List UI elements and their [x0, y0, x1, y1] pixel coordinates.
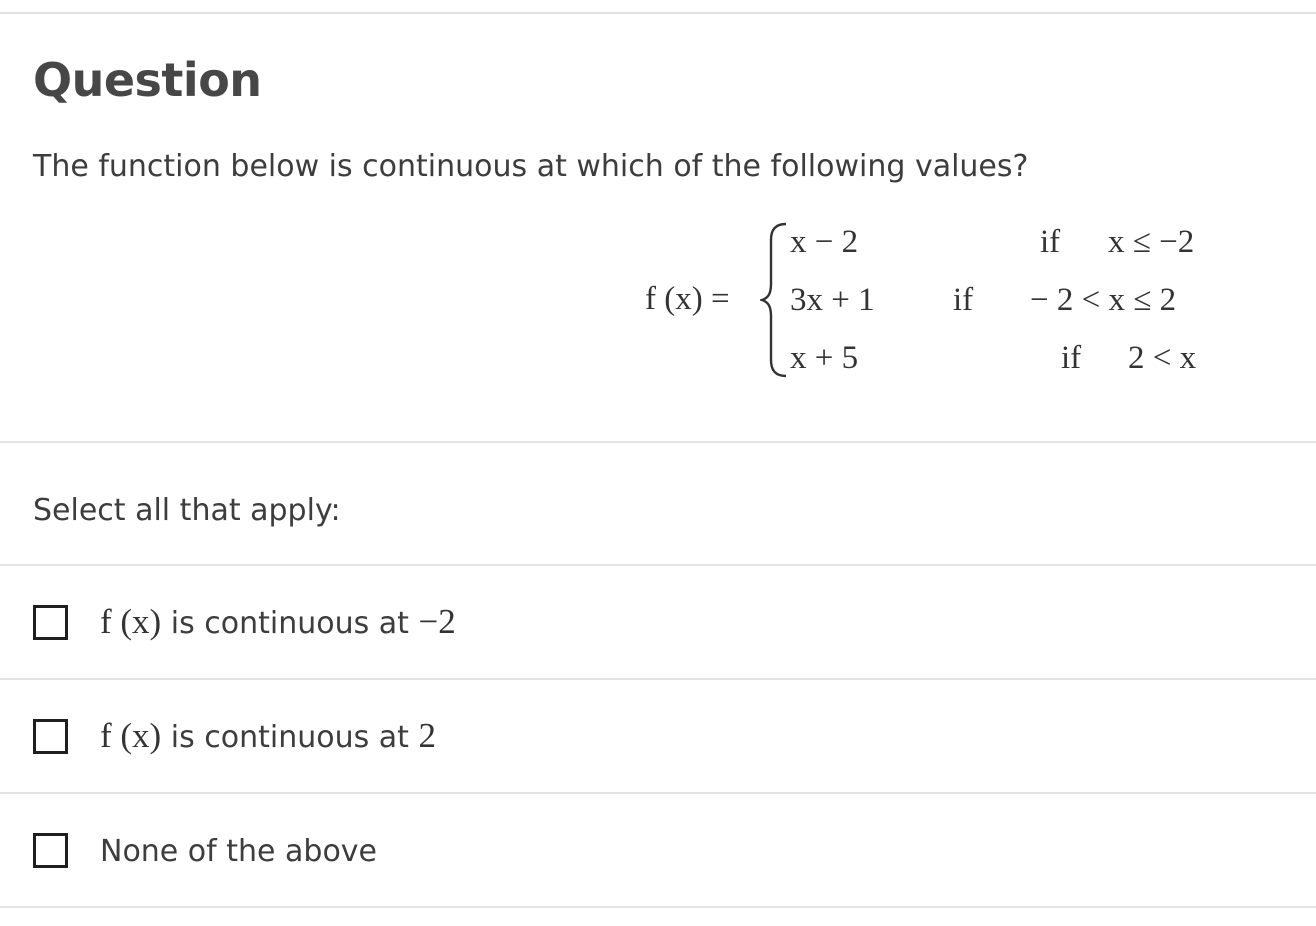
piecewise-formula: f (x) = x − 2 if x ≤ −2 3x + 1 if − 2 < … [0, 0, 1316, 440]
option-divider [0, 906, 1316, 908]
option-1-value: −2 [418, 602, 456, 641]
answer-option-1-checkbox[interactable] [33, 605, 68, 640]
option-1-function: f (x) [100, 602, 162, 641]
option-1-text: is continuous at [161, 606, 419, 641]
left-brace-icon [760, 222, 787, 378]
piece-3-if: if [1061, 340, 1082, 376]
select-all-instruction: Select all that apply: [33, 493, 341, 528]
section-divider [0, 441, 1316, 443]
option-2-function: f (x) [100, 716, 162, 755]
answer-option-2[interactable]: f (x) is continuous at 2 [0, 680, 1316, 792]
answer-option-3-label: None of the above [100, 831, 377, 871]
answer-option-3-checkbox[interactable] [33, 833, 68, 868]
answer-option-1[interactable]: f (x) is continuous at −2 [0, 566, 1316, 678]
piece-3-expression: x + 5 [790, 340, 859, 376]
answer-option-3[interactable]: None of the above [0, 794, 1316, 906]
piece-2-condition: − 2 < x ≤ 2 [1030, 282, 1177, 318]
answer-option-2-label: f (x) is continuous at 2 [100, 717, 436, 757]
formula-lhs: f (x) = [645, 281, 730, 317]
piece-1-if: if [1040, 224, 1061, 260]
piece-2-expression: 3x + 1 [790, 282, 875, 318]
answer-option-1-label: f (x) is continuous at −2 [100, 603, 456, 643]
option-2-text: is continuous at [161, 720, 419, 755]
answer-option-2-checkbox[interactable] [33, 719, 68, 754]
piece-3-condition: 2 < x [1128, 340, 1197, 376]
piece-1-expression: x − 2 [790, 224, 859, 260]
option-2-value: 2 [418, 716, 436, 755]
piece-1-condition: x ≤ −2 [1108, 224, 1195, 260]
option-3-text: None of the above [100, 834, 378, 869]
piece-2-if: if [953, 282, 974, 318]
